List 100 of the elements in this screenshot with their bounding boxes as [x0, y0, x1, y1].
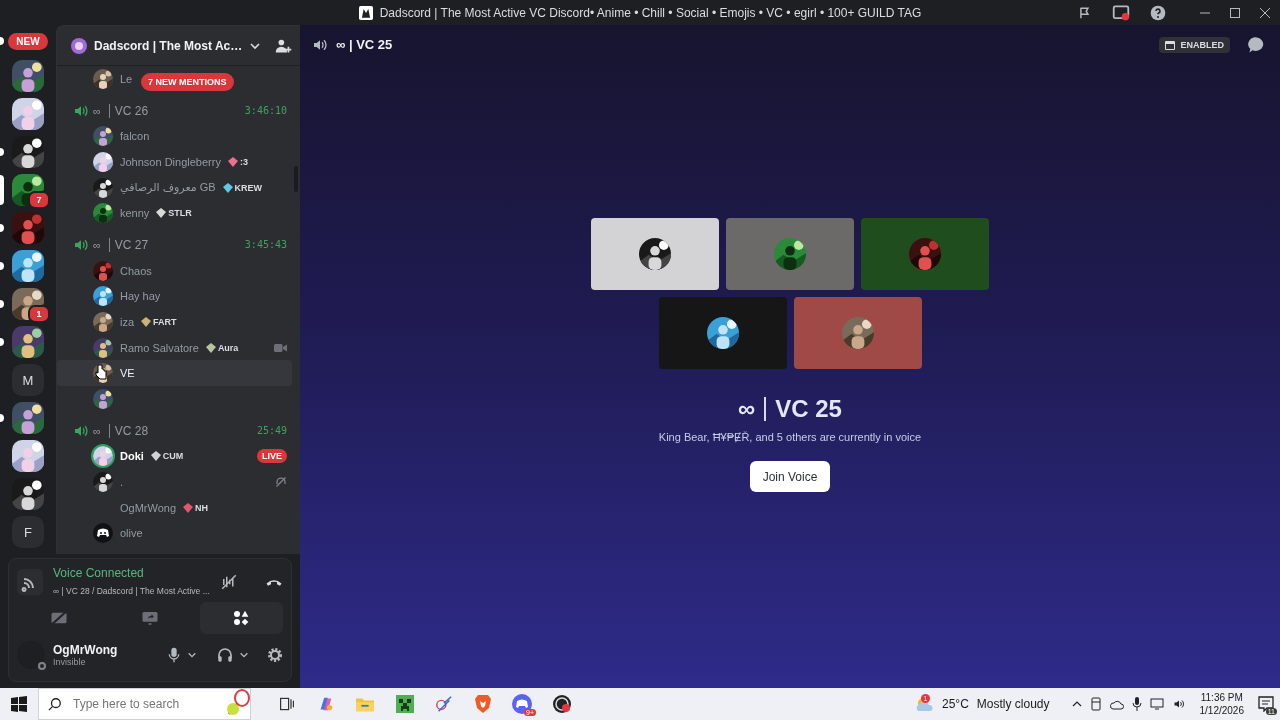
record-icon[interactable] [552, 695, 571, 713]
join-voice-button[interactable]: Join Voice [749, 461, 831, 492]
server-icon [71, 37, 87, 54]
server-name[interactable]: Dadscord | The Most Ac… [94, 38, 243, 53]
live-badge: LIVE [257, 449, 287, 464]
mention-badge: 7 [28, 191, 50, 209]
task-view-icon[interactable] [278, 696, 295, 712]
participant-tile[interactable] [861, 218, 989, 290]
clock-time[interactable]: 11:36 PM [1200, 691, 1243, 704]
device-icon[interactable] [1089, 697, 1102, 711]
tennis-racket-icon [225, 689, 251, 717]
noise-suppression-off-icon[interactable] [219, 573, 238, 591]
member-name[interactable]: falcon [120, 130, 150, 143]
flag-icon[interactable] [1078, 5, 1092, 20]
voice-channel-link[interactable]: ∞ | VC 28 / Dadscord | The Most Active ... [53, 586, 210, 596]
channel-timer: 25:49 [256, 425, 287, 437]
new-mentions-button[interactable]: 7 NEW MENTIONS [141, 73, 234, 91]
window-title: Dadscord | The Most Active VC Discord• Anime • Chill • Social • Emojis • VC • egirl • 100+ GUILD TAG [379, 5, 922, 20]
participant-tile[interactable] [591, 218, 719, 290]
hand-cursor-icon [95, 364, 107, 381]
user-status: Invisible [53, 657, 87, 667]
username: OgMrWong [53, 643, 118, 657]
shapes-icon [233, 610, 250, 626]
headphones-icon[interactable] [217, 647, 233, 663]
search-icon [48, 697, 62, 711]
member-name[interactable]: OgMrWong [120, 501, 177, 514]
stage-title: VC 25 [775, 395, 842, 423]
guild-tag: CUM [162, 451, 184, 462]
channel-prefix: ∞ [93, 238, 101, 251]
settings-icon[interactable] [267, 647, 283, 663]
server-icon[interactable]: F [12, 516, 44, 548]
temperature[interactable]: 25°C [942, 697, 969, 711]
monitor-icon[interactable] [1149, 698, 1164, 710]
channel-prefix: ∞ [738, 395, 756, 423]
member-name[interactable]: Doki [120, 450, 144, 463]
member-name[interactable]: معروف الرصافي GB [120, 181, 216, 195]
channel-title: ∞ | VC 25 [336, 37, 393, 52]
member-name[interactable]: olive [120, 527, 143, 540]
invisible-status-icon [38, 662, 46, 670]
chevron-down-icon[interactable] [187, 650, 197, 660]
microphone-icon[interactable] [167, 647, 181, 663]
video-camera-icon [274, 342, 287, 353]
member-name[interactable]: Johnson Dingleberry [120, 156, 221, 168]
chat-bubble-icon[interactable] [1248, 35, 1266, 54]
channel-name[interactable]: VC 28 [108, 423, 149, 438]
weather-condition[interactable]: Mostly cloudy [976, 697, 1050, 711]
member-name[interactable]: Chaos [120, 264, 152, 277]
help-icon[interactable] [1150, 4, 1166, 21]
pixel-block-icon[interactable] [395, 695, 414, 713]
maximize-icon[interactable] [1230, 7, 1240, 18]
participant-tile[interactable] [726, 218, 854, 290]
game-controller-icon[interactable] [512, 694, 533, 714]
controller-logo-icon [93, 523, 113, 544]
muted-headphones-icon [275, 475, 287, 488]
calendar-icon [1165, 39, 1176, 50]
mention-badge: 1 [28, 305, 50, 323]
signal-icon [17, 569, 43, 595]
member-name[interactable]: Hay hay [120, 290, 161, 303]
channel-name[interactable]: VC 26 [108, 103, 149, 118]
channel-prefix: ∞ [93, 424, 101, 437]
participant-tile[interactable] [658, 297, 787, 369]
close-icon[interactable] [1260, 7, 1270, 18]
member-name[interactable]: . [120, 475, 124, 488]
microphone-icon[interactable] [1131, 697, 1142, 711]
screen-record-icon[interactable] [1112, 4, 1130, 21]
scribble-icon[interactable] [434, 695, 453, 713]
channel-name[interactable]: VC 27 [108, 237, 149, 252]
member-row-highlight[interactable]: VE [57, 360, 292, 386]
member-name[interactable]: iza [120, 315, 135, 328]
invite-people-icon[interactable] [275, 37, 293, 54]
member-name[interactable]: Ramo Salvatore [120, 341, 199, 354]
shield-icon[interactable] [475, 695, 492, 713]
channel-timer: 3:45:43 [244, 239, 287, 251]
clock-date[interactable]: 1/12/2026 [1199, 704, 1244, 717]
chevron-down-icon[interactable] [239, 650, 249, 660]
server-icon[interactable]: M [12, 364, 44, 396]
camera-off-icon [49, 610, 68, 626]
participant-tile[interactable] [793, 297, 922, 369]
guild-tag: Aura [217, 342, 239, 353]
member-name[interactable]: Le [120, 72, 133, 85]
start-icon[interactable] [11, 696, 27, 712]
activities-button[interactable] [199, 602, 283, 634]
guild-tag: STLR [168, 208, 192, 219]
guild-tag: KREW [234, 182, 263, 193]
chevron-up-icon[interactable] [1071, 699, 1082, 709]
folder-icon[interactable] [356, 696, 375, 712]
guild-tag: :3 [239, 157, 248, 167]
guild-tag: NH [195, 502, 209, 513]
screen-share-icon [141, 610, 159, 626]
voice-status: Voice Connected [53, 566, 145, 580]
cloud-icon[interactable] [1109, 698, 1124, 710]
member-name[interactable]: VE [120, 367, 135, 380]
guild-tag: FART [153, 316, 177, 327]
user-avatar[interactable] [17, 641, 45, 669]
member-name[interactable]: kenny [120, 207, 150, 220]
notification-center-icon[interactable] [1258, 696, 1274, 712]
new-badge[interactable]: NEW [8, 32, 48, 50]
search-field[interactable]: Type here to search [38, 688, 251, 720]
participants-summary: King Bear, Ħ¥₱ɆŘ, and 5 others are currently in voice [658, 431, 922, 443]
events-enabled-chip[interactable]: ENABLED [1159, 36, 1230, 53]
